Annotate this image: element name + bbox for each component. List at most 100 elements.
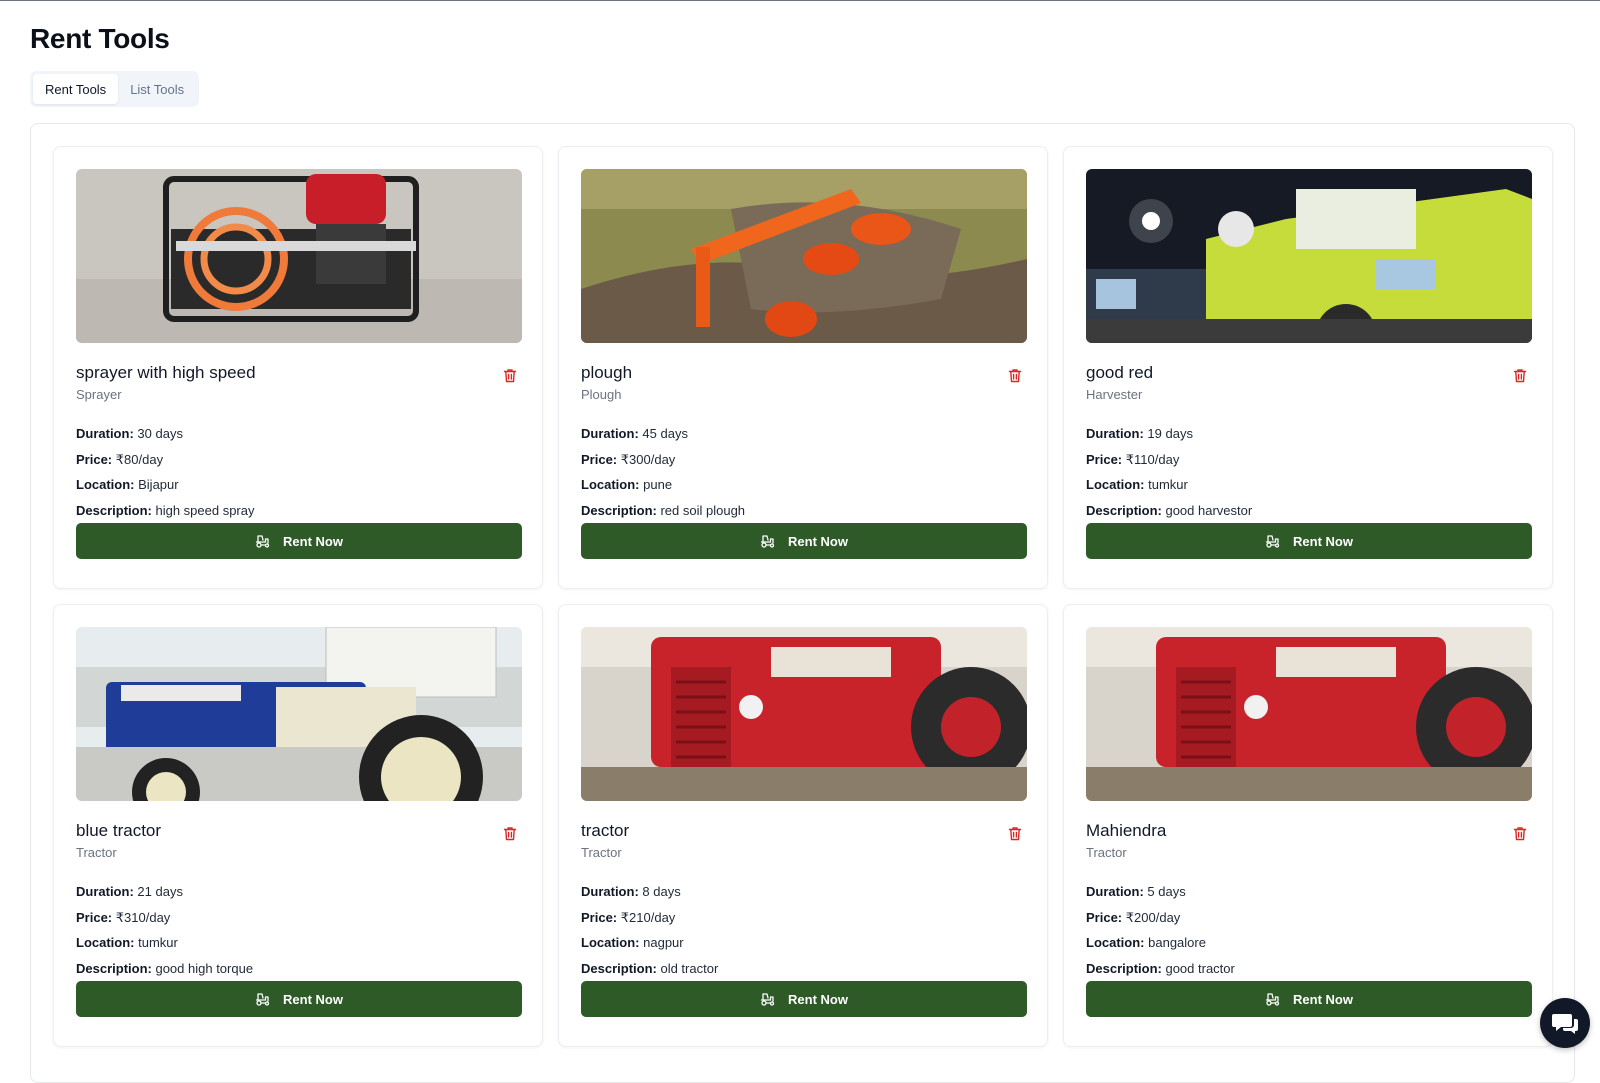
location-value: tumkur <box>138 935 178 950</box>
rent-now-label: Rent Now <box>283 533 343 549</box>
location-row: Location: bangalore <box>1086 934 1235 960</box>
price-value: ₹200/day <box>1125 909 1181 925</box>
rent-now-button[interactable]: Rent Now <box>76 523 522 559</box>
duration-row: Duration: 5 days <box>1086 883 1235 909</box>
tractor-icon <box>1265 535 1280 548</box>
tool-image <box>76 169 522 343</box>
location-label: Location: <box>581 477 640 492</box>
tool-category: Plough <box>581 387 622 402</box>
tool-details: Duration: 45 days Price: ₹300/day Locati… <box>581 425 745 527</box>
rent-now-button[interactable]: Rent Now <box>1086 981 1532 1017</box>
page-title: Rent Tools <box>30 23 170 54</box>
delete-button[interactable] <box>1510 365 1530 385</box>
location-row: Location: pune <box>581 476 745 502</box>
tool-image <box>1086 169 1532 343</box>
rent-now-button[interactable]: Rent Now <box>581 523 1027 559</box>
price-value: ₹310/day <box>115 909 171 925</box>
duration-value: 21 days <box>137 884 183 899</box>
location-label: Location: <box>581 935 640 950</box>
tractor-icon <box>255 993 270 1006</box>
price-label: Price: <box>1086 451 1123 467</box>
tool-category: Sprayer <box>76 387 122 402</box>
tool-details: Duration: 21 days Price: ₹310/day Locati… <box>76 883 253 985</box>
duration-value: 8 days <box>642 884 681 899</box>
location-row: Location: nagpur <box>581 934 718 960</box>
location-value: Bijapur <box>138 477 179 492</box>
duration-value: 5 days <box>1147 884 1186 899</box>
price-label: Price: <box>581 909 618 925</box>
trash-icon <box>1513 826 1527 840</box>
price-row: Price: ₹210/day <box>581 909 718 935</box>
tool-card: sprayer with high speed Sprayer Duration… <box>53 146 543 589</box>
tool-details: Duration: 19 days Price: ₹110/day Locati… <box>1086 425 1252 527</box>
location-value: pune <box>643 477 673 492</box>
duration-value: 45 days <box>642 426 688 441</box>
duration-label: Duration: <box>1086 884 1144 899</box>
location-row: Location: tumkur <box>76 934 253 960</box>
tool-details: Duration: 8 days Price: ₹210/day Locatio… <box>581 883 718 985</box>
location-label: Location: <box>1086 935 1145 950</box>
tool-image <box>1086 627 1532 801</box>
tool-name: blue tractor <box>76 821 162 840</box>
rent-now-label: Rent Now <box>1293 533 1353 549</box>
red-tractor-photo <box>581 627 1027 801</box>
price-value: ₹300/day <box>620 451 676 467</box>
tractor-icon <box>255 535 270 548</box>
price-value: ₹110/day <box>1125 451 1180 467</box>
tractor-icon <box>1265 993 1280 1006</box>
tab-rent-tools[interactable]: Rent Tools <box>33 74 119 104</box>
tool-name: good red <box>1086 363 1154 382</box>
delete-button[interactable] <box>500 365 520 385</box>
rent-now-button[interactable]: Rent Now <box>581 981 1027 1017</box>
description-label: Description: <box>76 960 152 976</box>
tool-details: Duration: 30 days Price: ₹80/day Locatio… <box>76 425 254 527</box>
tool-card: blue tractor Tractor Duration: 21 days P… <box>53 604 543 1047</box>
trash-icon <box>1513 368 1527 382</box>
delete-button[interactable] <box>1005 823 1025 843</box>
price-row: Price: ₹300/day <box>581 451 745 477</box>
tab-list: Rent Tools List Tools <box>30 71 200 107</box>
description-label: Description: <box>1086 502 1162 518</box>
price-label: Price: <box>1086 909 1123 925</box>
tools-grid: sprayer with high speed Sprayer Duration… <box>53 146 1553 1047</box>
location-value: nagpur <box>643 935 684 950</box>
delete-button[interactable] <box>1005 365 1025 385</box>
harvester-photo <box>1086 169 1532 343</box>
tractor-icon <box>760 993 775 1006</box>
description-value: old tractor <box>660 960 719 976</box>
rent-now-label: Rent Now <box>788 533 848 549</box>
duration-label: Duration: <box>581 426 639 441</box>
chat-button[interactable] <box>1540 998 1590 1048</box>
price-row: Price: ₹110/day <box>1086 451 1252 477</box>
rent-now-button[interactable]: Rent Now <box>1086 523 1532 559</box>
tool-name: Mahiendra <box>1086 821 1167 840</box>
price-label: Price: <box>76 909 113 925</box>
delete-button[interactable] <box>1510 823 1530 843</box>
trash-icon <box>1008 368 1022 382</box>
tool-image <box>581 169 1027 343</box>
location-value: bangalore <box>1148 935 1206 950</box>
location-label: Location: <box>1086 477 1145 492</box>
price-row: Price: ₹310/day <box>76 909 253 935</box>
trash-icon <box>503 826 517 840</box>
tool-category: Tractor <box>76 845 117 860</box>
tab-list-tools[interactable]: List Tools <box>118 74 196 104</box>
price-value: ₹80/day <box>115 451 164 467</box>
tool-details: Duration: 5 days Price: ₹200/day Locatio… <box>1086 883 1235 985</box>
tool-card: tractor Tractor Duration: 8 days Price: … <box>558 604 1048 1047</box>
tools-panel: sprayer with high speed Sprayer Duration… <box>30 123 1575 1083</box>
price-row: Price: ₹200/day <box>1086 909 1235 935</box>
rent-now-button[interactable]: Rent Now <box>76 981 522 1017</box>
description-label: Description: <box>1086 960 1162 976</box>
delete-button[interactable] <box>500 823 520 843</box>
trash-icon <box>503 368 517 382</box>
duration-label: Duration: <box>581 884 639 899</box>
price-row: Price: ₹80/day <box>76 451 254 477</box>
tool-category: Tractor <box>581 845 622 860</box>
duration-label: Duration: <box>76 884 134 899</box>
tool-card: good red Harvester Duration: 19 days Pri… <box>1063 146 1553 589</box>
tool-card: Mahiendra Tractor Duration: 5 days Price… <box>1063 604 1553 1047</box>
duration-row: Duration: 8 days <box>581 883 718 909</box>
tool-name: plough <box>581 363 633 382</box>
duration-row: Duration: 19 days <box>1086 425 1252 451</box>
